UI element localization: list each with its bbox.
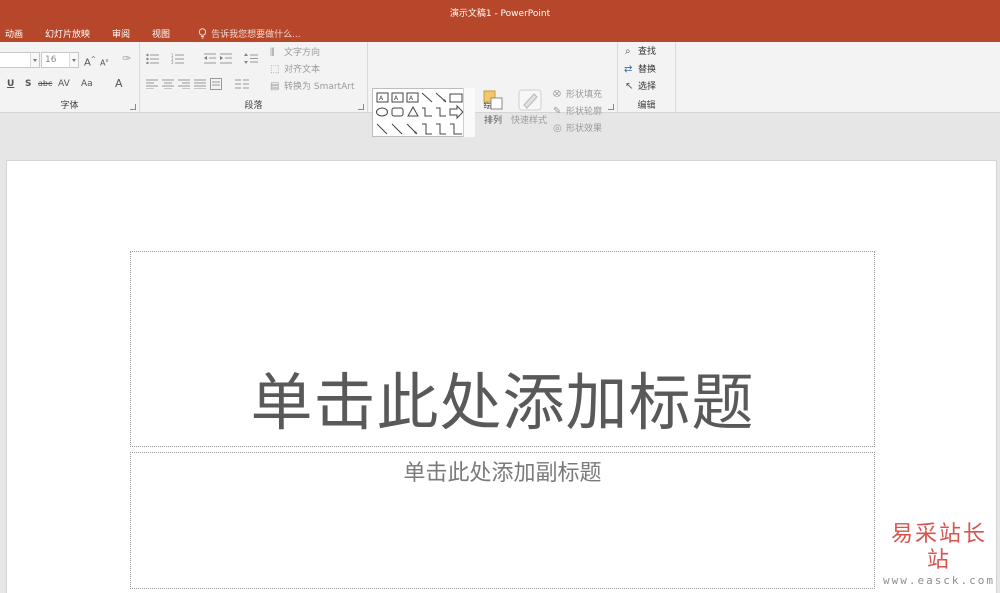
char-spacing-button[interactable]: AV	[58, 78, 70, 90]
font-name-combo[interactable]	[0, 52, 40, 68]
tab-review[interactable]: 审阅	[112, 27, 130, 40]
numbering-icon[interactable]: 123	[171, 53, 185, 64]
tell-me-box[interactable]: 告诉我您想要做什么...	[198, 27, 301, 40]
slide-canvas[interactable]: 单击此处添加标题 单击此处添加副标题	[6, 160, 997, 593]
watermark-name: 易采站长站	[890, 522, 987, 573]
replace-icon: ⇄	[624, 64, 633, 75]
shadow-button[interactable]: S	[25, 78, 31, 90]
ribbon: 16 A^ Av ✑ U S abc AV Aa A 字体 123 ⫴ 文字方向…	[0, 42, 1000, 137]
shape-effects-button[interactable]: 形状效果	[566, 123, 602, 135]
decrease-indent-icon[interactable]	[204, 53, 216, 64]
align-center-icon[interactable]	[162, 79, 174, 89]
subtitle-placeholder[interactable]: 单击此处添加副标题	[130, 452, 875, 589]
site-watermark: 易采站长站 www.easck.com	[880, 522, 998, 587]
watermark-url: www.easck.com	[882, 574, 996, 587]
justify-icon[interactable]	[194, 79, 206, 89]
paragraph-group: 123 ⫴ 文字方向 ⬚ 对齐文本 ▤ 转换为 SmartArt 段落	[140, 42, 368, 113]
svg-text:A: A	[394, 95, 399, 102]
editing-group: ⌕ 查找 ⇄ 替换 ↖ 选择 编辑	[618, 42, 676, 113]
font-dialog-launcher[interactable]	[130, 104, 136, 110]
font-group-label: 字体	[60, 101, 79, 111]
ribbon-tabs: 动画 幻灯片放映 审阅 视图 告诉我您想要做什么...	[0, 25, 301, 42]
shapes-gallery[interactable]: A A A	[372, 88, 475, 137]
bullets-icon[interactable]	[146, 53, 160, 64]
drawing-dialog-launcher[interactable]	[608, 104, 614, 110]
title-bar: 演示文稿1 - PowerPoint 动画 幻灯片放映 审阅 视图 告诉我您想要…	[0, 0, 1000, 42]
line-spacing-icon[interactable]	[244, 53, 258, 64]
arrange-button[interactable]: 排列	[484, 115, 502, 127]
align-right-icon[interactable]	[178, 79, 190, 89]
change-case-button[interactable]: Aa	[81, 78, 93, 90]
window-title: 演示文稿1 - PowerPoint	[449, 9, 551, 19]
tab-view[interactable]: 视图	[152, 27, 170, 40]
svg-text:3: 3	[171, 60, 174, 64]
align-text-icon: ⬚	[270, 64, 280, 75]
convert-smartart-button[interactable]: 转换为 SmartArt	[284, 81, 354, 93]
select-cursor-icon: ↖	[625, 81, 634, 92]
shape-fill-button[interactable]: 形状填充	[566, 89, 602, 101]
font-size-value: 16	[45, 55, 57, 65]
svg-text:A: A	[379, 95, 384, 102]
editing-group-label: 编辑	[637, 101, 656, 111]
paragraph-dialog-launcher[interactable]	[358, 104, 364, 110]
strikethrough-button[interactable]: abc	[38, 78, 52, 90]
shrink-font-icon[interactable]: Av	[100, 55, 108, 70]
tab-slideshow[interactable]: 幻灯片放映	[45, 27, 90, 40]
select-button[interactable]: 选择	[638, 81, 656, 93]
shapes-gallery-scroll[interactable]	[463, 88, 475, 137]
text-direction-button[interactable]: 文字方向	[284, 47, 320, 59]
font-group: 16 A^ Av ✑ U S abc AV Aa A 字体	[0, 42, 140, 113]
quick-styles-button[interactable]: 快速样式	[511, 115, 547, 127]
smartart-icon: ▤	[270, 81, 280, 92]
tab-animations[interactable]: 动画	[5, 27, 23, 40]
grow-font-icon[interactable]: A^	[84, 54, 96, 69]
underline-button[interactable]: U	[7, 78, 14, 90]
clear-format-icon[interactable]: ✑	[122, 53, 131, 65]
text-direction-icon: ⫴	[270, 46, 275, 59]
svg-text:A: A	[409, 95, 414, 102]
find-icon: ⌕	[625, 46, 631, 57]
replace-button[interactable]: 替换	[638, 64, 656, 76]
subtitle-placeholder-text: 单击此处添加副标题	[403, 461, 602, 486]
title-placeholder-text: 单击此处添加标题	[250, 366, 755, 439]
align-left-icon[interactable]	[146, 79, 158, 89]
effects-icon: ◎	[553, 123, 562, 134]
title-placeholder[interactable]: 单击此处添加标题	[130, 251, 875, 447]
tell-me-text: 告诉我您想要做什么...	[211, 30, 301, 40]
paint-bucket-icon: ⭙	[553, 89, 561, 100]
quick-styles-icon[interactable]	[518, 89, 542, 111]
increase-indent-icon[interactable]	[220, 53, 232, 64]
find-button[interactable]: 查找	[638, 46, 656, 58]
font-color-button[interactable]: A	[115, 78, 123, 90]
arrange-icon[interactable]	[483, 90, 503, 110]
lightbulb-icon	[198, 28, 207, 39]
font-size-combo[interactable]: 16	[41, 52, 79, 68]
pencil-icon: ✎	[553, 106, 562, 117]
align-text-button[interactable]: 对齐文本	[284, 64, 320, 76]
columns-icon[interactable]	[235, 79, 249, 89]
shape-outline-button[interactable]: 形状轮廓	[566, 106, 602, 118]
paragraph-group-label: 段落	[244, 101, 263, 111]
distributed-icon[interactable]	[210, 78, 222, 90]
